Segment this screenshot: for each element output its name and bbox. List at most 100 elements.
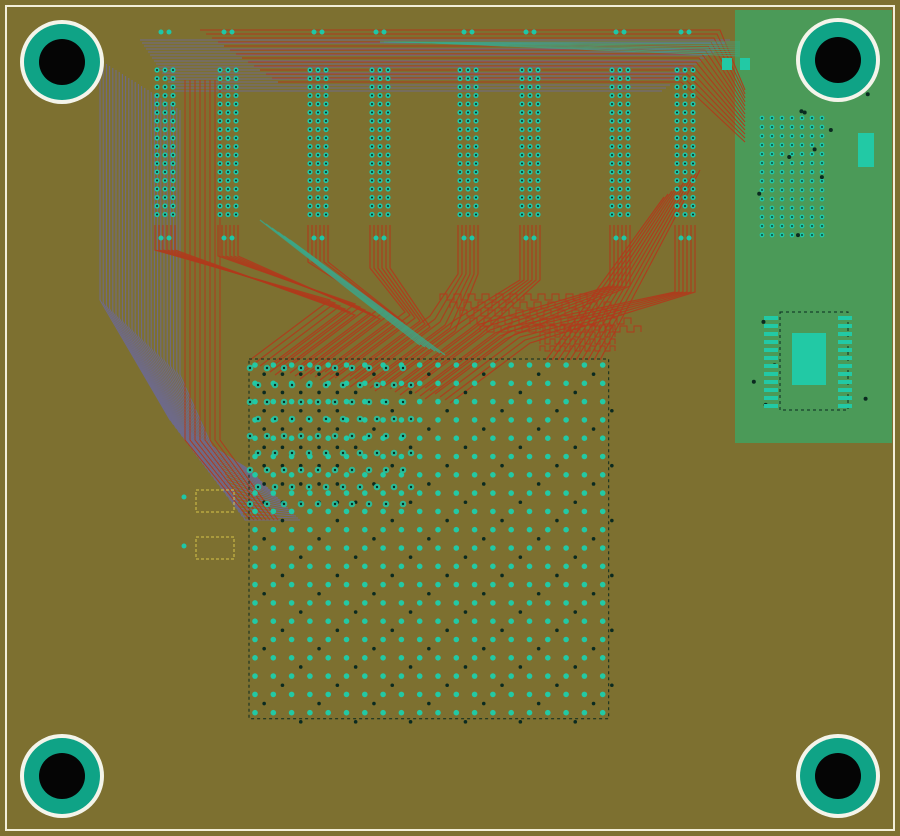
connector-pin-drill	[811, 198, 813, 200]
connector-pin-drill	[475, 205, 477, 207]
fanout-via-drill	[333, 366, 337, 370]
bga-ball	[563, 691, 569, 698]
connector-pin-drill	[537, 188, 539, 190]
bga-ball	[490, 472, 496, 478]
connector-pin-drill	[529, 188, 531, 190]
bga-ball	[490, 398, 496, 405]
bga-ball	[545, 545, 551, 551]
fanout-via-drill	[256, 485, 260, 489]
bga-ball	[343, 398, 350, 405]
connector-pin-drill	[172, 145, 174, 148]
bga-ball	[307, 472, 313, 478]
via	[523, 235, 529, 241]
bga-ball	[398, 636, 405, 643]
connector-pin-drill	[172, 188, 174, 190]
bga-ball	[325, 655, 332, 661]
connector-pin-drill	[811, 126, 813, 128]
connector-pin-drill	[309, 213, 311, 216]
via	[181, 494, 187, 500]
fanout-via-drill	[299, 366, 303, 370]
connector-pin-drill	[627, 77, 629, 80]
connector-pin-drill	[821, 207, 823, 209]
connector-pin-drill	[611, 128, 613, 131]
bga-via	[591, 591, 596, 596]
connector-pin-drill	[611, 196, 613, 199]
connector-pin-drill	[379, 213, 381, 216]
bga-via	[317, 701, 321, 706]
bga-via	[481, 427, 486, 431]
connector-pin-drill	[309, 120, 311, 122]
bga-ball	[252, 673, 258, 679]
connector-pin-drill	[676, 205, 678, 207]
bga-ball	[453, 673, 460, 679]
connector-pin-drill	[325, 94, 327, 97]
fanout-via-drill	[409, 485, 413, 489]
fanout-via-drill	[265, 400, 269, 404]
via	[221, 29, 227, 35]
bga-ball	[380, 380, 386, 387]
bga-via	[500, 463, 504, 468]
connector-pin-drill	[235, 86, 237, 88]
bga-ball	[325, 563, 332, 570]
connector-pin-drill	[684, 103, 686, 105]
bga-ball	[325, 691, 332, 698]
bga-ball	[435, 472, 441, 478]
connector-pin-drill	[611, 162, 613, 165]
bga-ball	[471, 417, 478, 423]
bga-ball	[581, 490, 588, 496]
connector-pin-drill	[692, 128, 694, 131]
connector-pin-drill	[781, 126, 783, 128]
bga-via	[591, 701, 596, 706]
mounting-hole-drill	[39, 39, 85, 85]
connector-pin-drill	[619, 179, 621, 182]
connector-pin-drill	[791, 162, 793, 164]
bga-ball	[398, 380, 405, 387]
bga-via	[280, 518, 285, 523]
bga-ball	[380, 417, 386, 423]
bga-ball	[508, 709, 514, 716]
bga-ball	[288, 600, 295, 606]
fanout-via-drill	[290, 417, 294, 421]
connector-pin-drill	[172, 77, 174, 80]
bga-ball	[416, 545, 423, 551]
connector-pin-drill	[387, 162, 389, 165]
bga-via	[481, 372, 486, 376]
connector-pin-drill	[459, 86, 461, 88]
fanout-via-drill	[367, 366, 371, 370]
connector-pin-drill	[156, 196, 158, 199]
bga-ball	[471, 655, 478, 661]
connector-pin-drill	[692, 137, 694, 139]
bga-via	[372, 591, 376, 596]
connector-pin-drill	[684, 86, 686, 88]
fanout-via-drill	[375, 451, 379, 455]
bga-via	[610, 573, 614, 578]
bga-ball	[288, 655, 295, 661]
connector-pin-drill	[379, 103, 381, 105]
connector-pin-drill	[317, 86, 319, 88]
connector-pin-drill	[227, 86, 229, 88]
bga-via	[298, 390, 303, 395]
fanout-via-drill	[333, 502, 337, 506]
connector-pin-drill	[235, 145, 237, 148]
connector-pin-drill	[611, 171, 613, 173]
connector-pin-drill	[619, 77, 621, 80]
connector-pin-drill	[781, 162, 783, 164]
connector-pin-drill	[611, 120, 613, 122]
bga-via	[262, 445, 266, 450]
bga-via	[500, 573, 504, 578]
fanout-via-drill	[341, 485, 345, 489]
fanout-via-drill	[299, 400, 303, 404]
bga-via	[536, 372, 541, 376]
connector-pin-drill	[387, 213, 389, 216]
connector-pin-drill	[811, 153, 813, 155]
bga-ball	[471, 380, 478, 387]
bga-ball	[416, 362, 423, 368]
bga-via	[262, 646, 266, 651]
connector-pin-drill	[387, 86, 389, 88]
connector-pin-drill	[529, 120, 531, 122]
bga-ball	[545, 362, 551, 368]
connector-pin-drill	[156, 77, 158, 80]
bga-ball	[508, 472, 514, 478]
bga-ball	[490, 526, 496, 533]
bga-via	[280, 628, 285, 633]
